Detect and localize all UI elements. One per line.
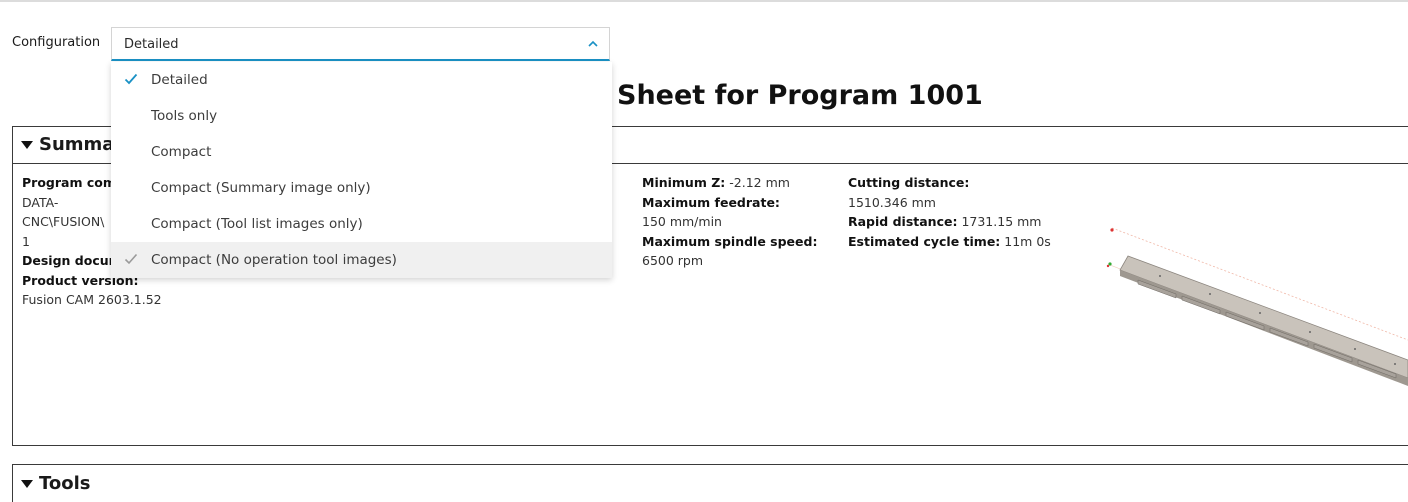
distance-stats-block: Cutting distance: 1510.346 mm Rapid dist… [848, 173, 1051, 251]
top-divider [0, 0, 1408, 2]
program-comment-line-2: CNC\FUSION\ [22, 214, 105, 229]
page-title: Sheet for Program 1001 [617, 80, 983, 111]
configuration-dropdown-menu: Detailed Tools only Compact Compact (Sum… [111, 62, 612, 278]
menu-item-compact-no-operation-tool-images[interactable]: Compact (No operation tool images) [111, 242, 612, 278]
configuration-select[interactable]: Detailed [111, 27, 610, 61]
collapse-triangle-icon [21, 140, 33, 149]
collapse-triangle-icon [21, 479, 33, 488]
menu-item-compact[interactable]: Compact [111, 134, 612, 170]
min-z-label: Minimum Z: [642, 175, 726, 190]
cutting-distance-label: Cutting distance: [848, 175, 970, 190]
menu-item-label: Compact (No operation tool images) [151, 252, 397, 268]
menu-item-detailed[interactable]: Detailed [111, 62, 612, 98]
max-spindle-value: 6500 rpm [642, 253, 704, 268]
menu-item-label: Compact (Summary image only) [151, 180, 371, 196]
design-document-label: Design docum [22, 253, 122, 268]
tools-title: Tools [39, 473, 91, 494]
rapid-distance-value: 1731.15 mm [961, 214, 1042, 229]
menu-item-tools-only[interactable]: Tools only [111, 98, 612, 134]
menu-item-label: Tools only [151, 108, 218, 124]
max-feedrate-value: 150 mm/min [642, 214, 722, 229]
cutting-distance-value: 1510.346 mm [848, 194, 936, 210]
cycle-time-value: 11m 0s [1004, 233, 1051, 249]
machine-stats-block: Minimum Z: -2.12 mm Maximum feedrate: 15… [642, 173, 817, 271]
cycle-time-label: Estimated cycle time: [848, 233, 1001, 249]
configuration-selected-value: Detailed [124, 37, 179, 52]
menu-item-compact-tool-list-images[interactable]: Compact (Tool list images only) [111, 206, 612, 242]
chevron-up-icon [588, 40, 598, 47]
menu-item-compact-summary-image[interactable]: Compact (Summary image only) [111, 170, 612, 206]
menu-item-label: Detailed [151, 72, 208, 88]
tools-section[interactable]: Tools [12, 464, 1408, 502]
min-z-value: -2.12 mm [729, 175, 790, 190]
configuration-label: Configuration [12, 35, 101, 50]
check-icon [124, 73, 138, 85]
program-comment-line-3: 1 [22, 233, 30, 249]
part-preview-image [1106, 227, 1408, 386]
menu-item-label: Compact (Tool list images only) [151, 216, 363, 232]
rapid-distance-label: Rapid distance: [848, 214, 958, 229]
product-version-value: Fusion CAM 2603.1.52 [22, 292, 162, 307]
program-comment-line-1: DATA- [22, 194, 59, 210]
menu-item-label: Compact [151, 144, 212, 160]
max-spindle-label: Maximum spindle speed: [642, 233, 818, 249]
check-icon [124, 253, 138, 265]
max-feedrate-label: Maximum feedrate: [642, 194, 780, 210]
